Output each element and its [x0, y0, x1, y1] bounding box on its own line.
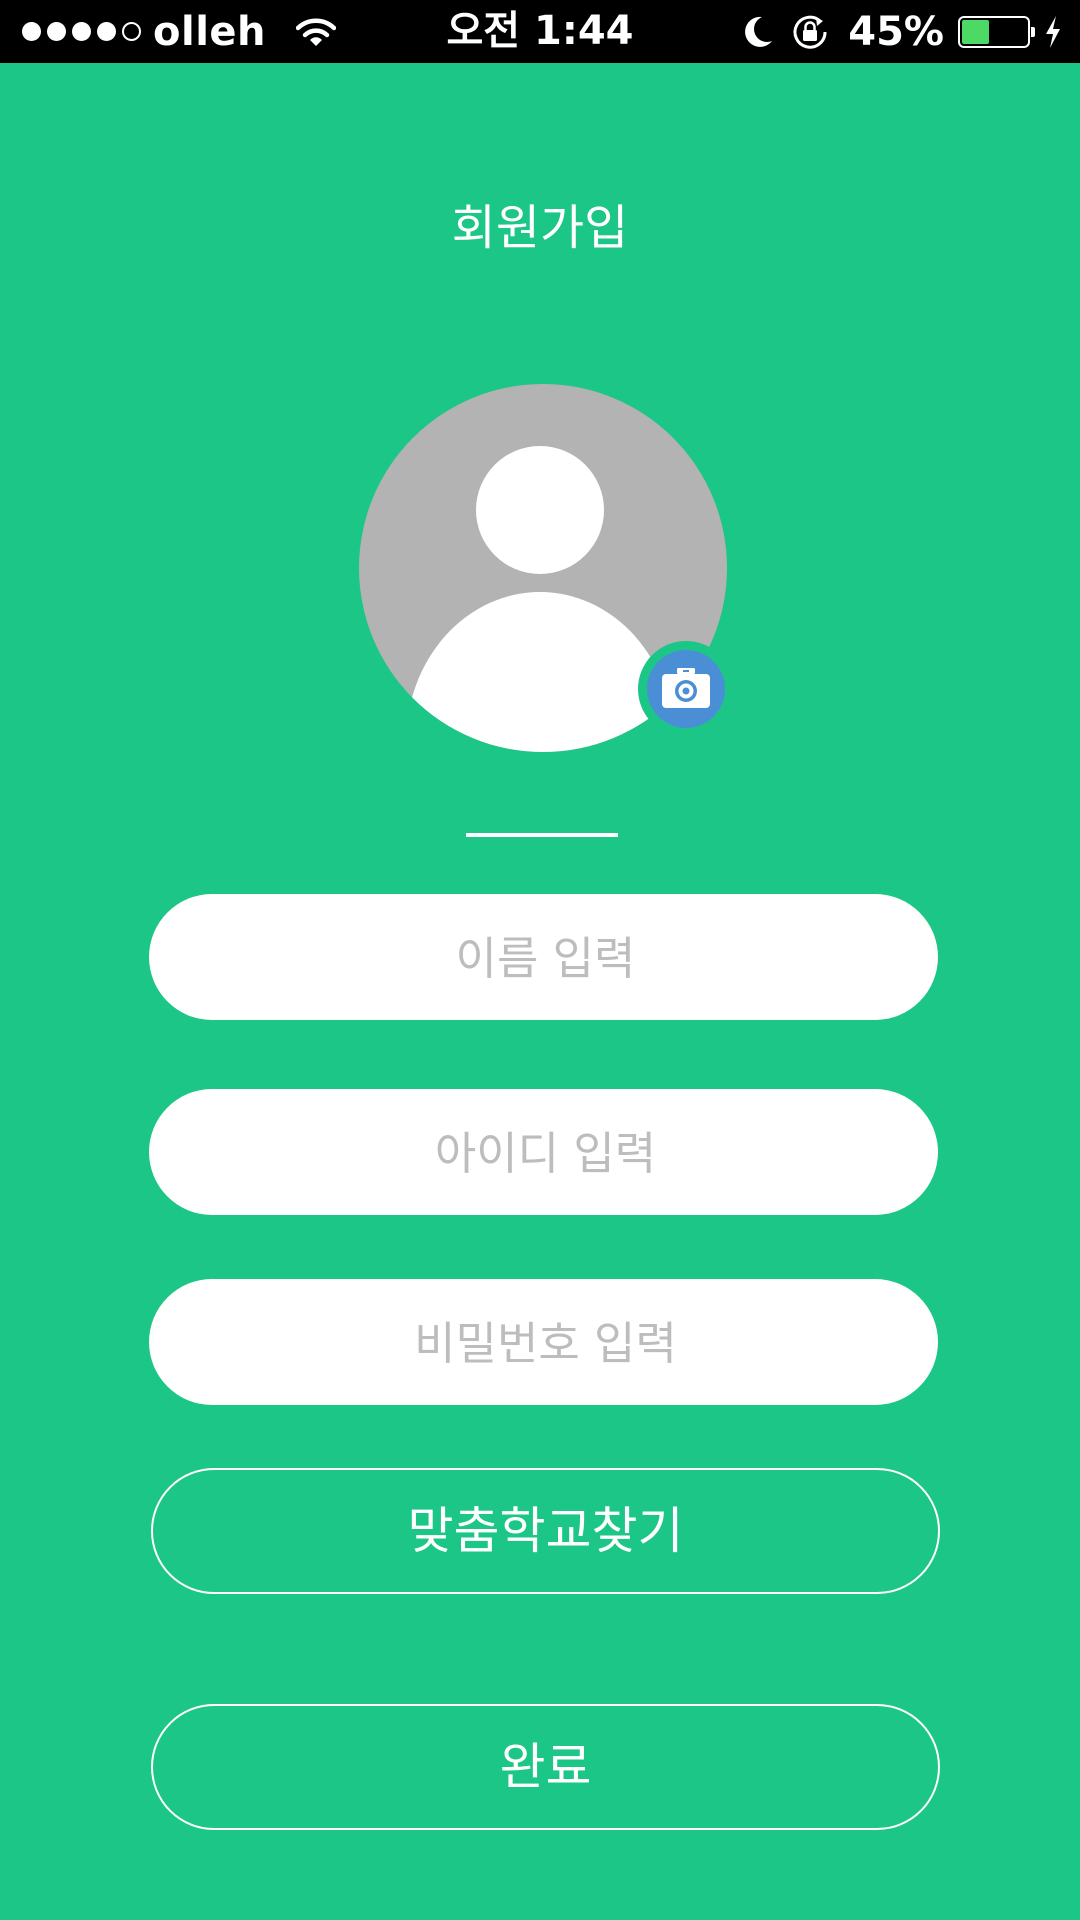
moon-icon [742, 15, 774, 49]
battery-icon [958, 15, 1035, 48]
avatar-head-shape [476, 446, 604, 574]
name-input[interactable] [149, 894, 942, 1022]
battery-percent: 45% [848, 8, 944, 55]
battery-level-fill [962, 19, 989, 44]
camera-icon [647, 650, 725, 728]
charging-bolt-icon [1044, 15, 1062, 48]
done-button[interactable]: 완료 [151, 1704, 940, 1830]
id-field[interactable] [149, 1089, 942, 1217]
password-field[interactable] [149, 1279, 942, 1407]
avatar-body-shape [406, 592, 674, 752]
divider-line [466, 833, 618, 837]
camera-button[interactable] [638, 641, 734, 737]
page-title: 회원가입 [451, 200, 629, 256]
password-input[interactable] [149, 1279, 942, 1407]
id-input[interactable] [149, 1089, 942, 1217]
status-bar-right: 45% [726, 0, 1062, 63]
find-school-button[interactable]: 맞춤학교찾기 [151, 1468, 940, 1594]
status-bar: olleh 오전 1:44 45% [0, 0, 1080, 63]
name-field[interactable] [149, 894, 942, 1022]
rotation-lock-icon [790, 12, 830, 52]
